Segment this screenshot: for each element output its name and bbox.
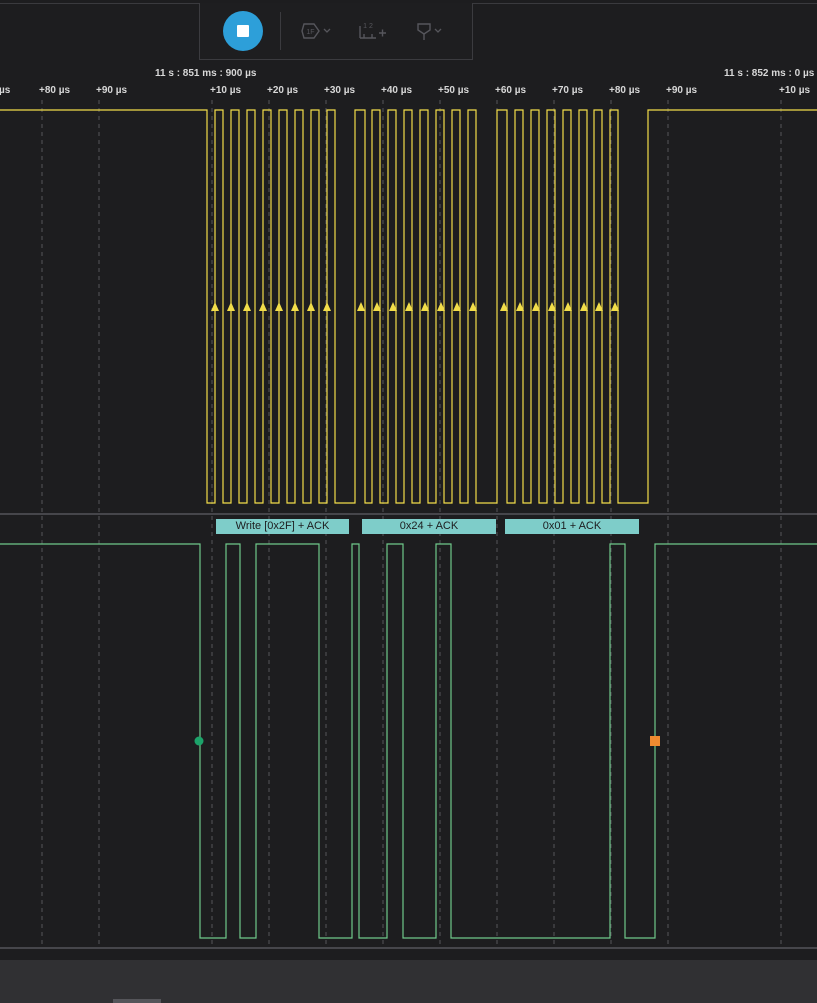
clock-edge-markers — [211, 302, 619, 311]
rising-edge-marker — [291, 302, 299, 311]
decoder-frame-label[interactable]: Write [0x2F] + ACK — [216, 519, 349, 534]
rising-edge-marker — [259, 302, 267, 311]
rising-edge-marker — [323, 302, 331, 311]
rising-edge-marker — [243, 302, 251, 311]
waveform-canvas[interactable] — [0, 0, 817, 960]
decoder-frame-label[interactable]: 0x01 + ACK — [505, 519, 639, 534]
stop-condition-marker — [650, 736, 660, 746]
logic-analyzer-window: 1F 1 2 11 s : 851 ms : 900 µs 11 s : 852… — [0, 0, 817, 1003]
rising-edge-marker — [357, 302, 365, 311]
start-condition-marker — [194, 736, 204, 746]
data-channel-waveform[interactable] — [0, 543, 817, 939]
decoder-frame-label[interactable]: 0x24 + ACK — [362, 519, 496, 534]
horizontal-scrollbar-thumb[interactable] — [113, 999, 161, 1003]
bottom-panel — [0, 960, 817, 1003]
rising-edge-marker — [275, 302, 283, 311]
rising-edge-marker — [227, 302, 235, 311]
rising-edge-marker — [307, 302, 315, 311]
